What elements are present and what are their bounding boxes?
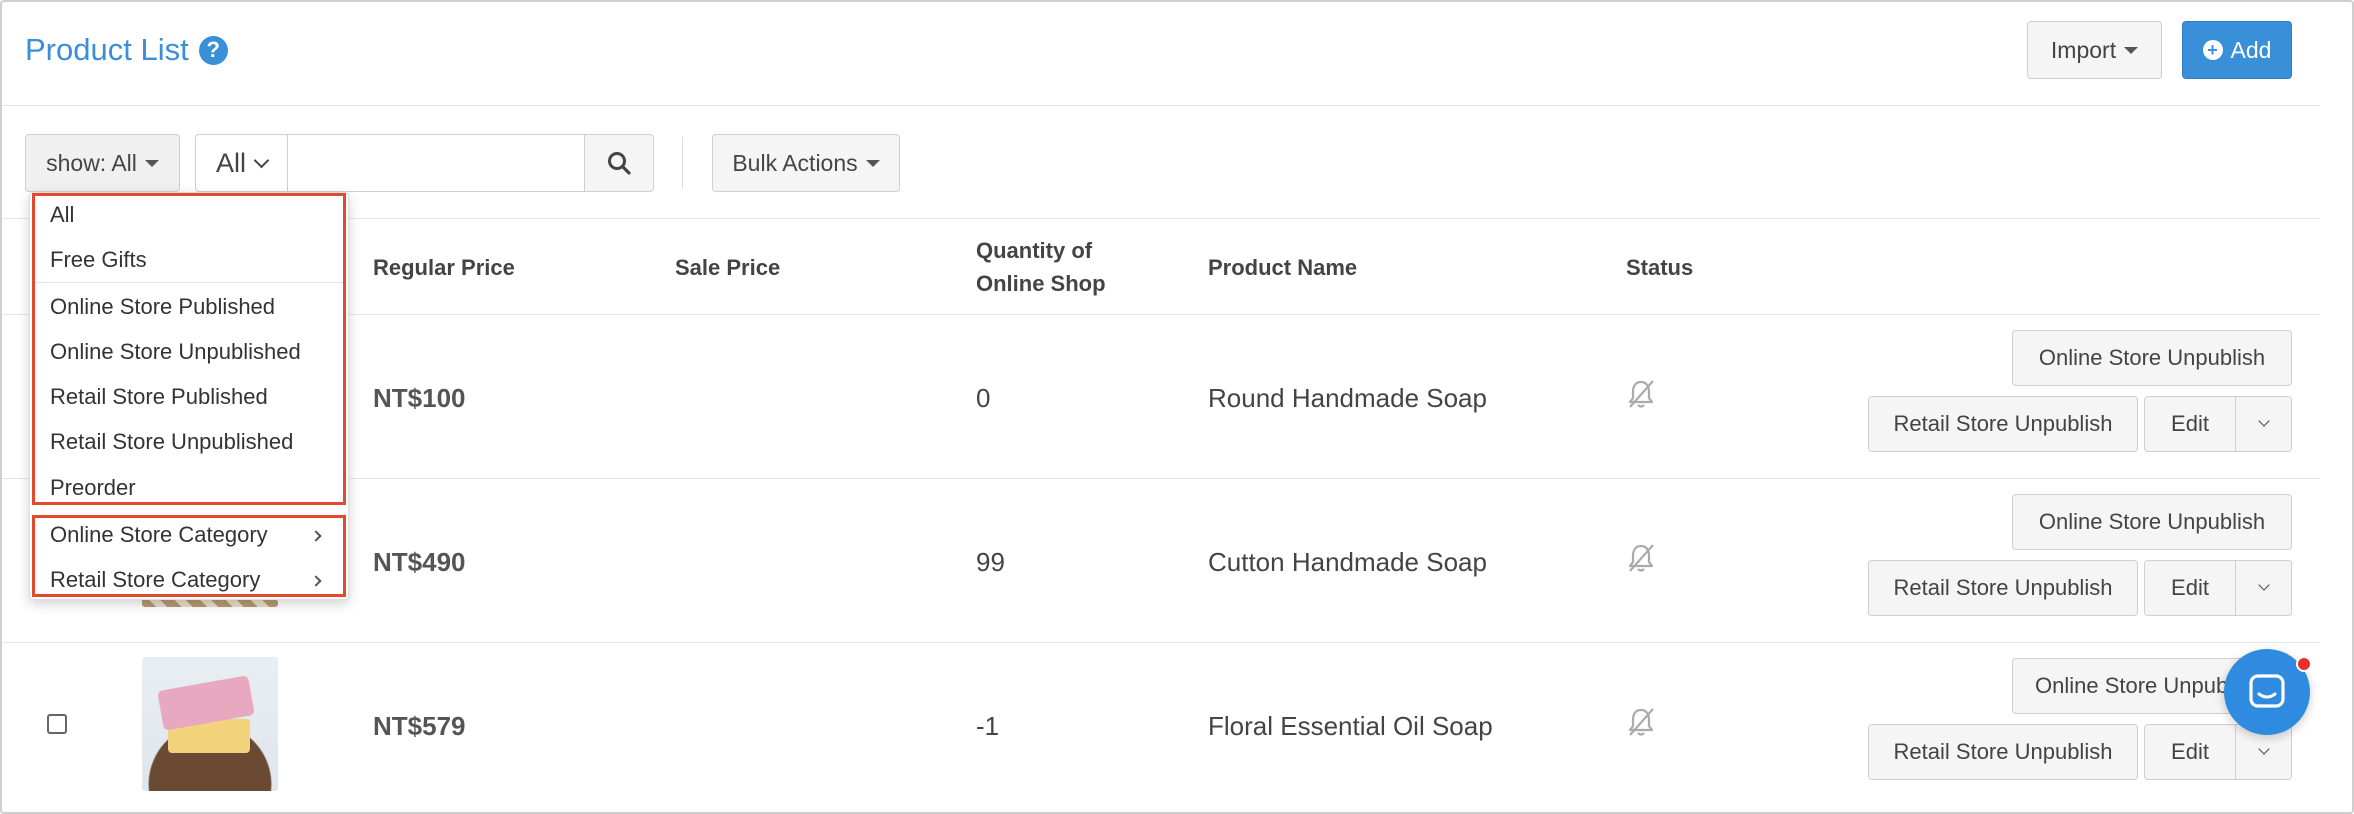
edit-button[interactable]: Edit (2144, 396, 2236, 452)
search-scope-select[interactable]: All (195, 134, 287, 192)
add-button-label: Add (2230, 36, 2272, 63)
page-title: Product List ? (25, 32, 228, 68)
chevron-down-icon (2257, 743, 2270, 755)
page-title-text: Product List (25, 32, 189, 67)
chat-bubble-icon (2249, 674, 2285, 708)
search-button[interactable] (585, 134, 654, 192)
filter-toolbar: show: All All Bulk Actions (2, 107, 2320, 219)
bell-slash-icon (1628, 708, 1654, 736)
chevron-down-icon (2257, 579, 2270, 591)
table-header (2, 219, 2320, 315)
highlight-box-status-filters (32, 193, 346, 505)
header-quantity-line1: Quantity of (976, 238, 1093, 263)
online-store-unpublish-button[interactable]: Online Store Unpublish (2012, 330, 2292, 386)
retail-store-unpublish-button[interactable]: Retail Store Unpublish (1868, 560, 2138, 616)
bulk-actions-button[interactable]: Bulk Actions (712, 134, 900, 192)
show-filter-label: show: All (46, 149, 137, 176)
import-button[interactable]: Import (2027, 21, 2162, 79)
header-product-name: Product Name (1208, 255, 1358, 280)
regular-price: NT$579 (373, 711, 466, 741)
regular-price: NT$100 (373, 383, 466, 413)
retail-store-unpublish-button[interactable]: Retail Store Unpublish (1868, 724, 2138, 780)
caret-down-icon (144, 159, 159, 167)
search-input[interactable] (287, 134, 585, 192)
chevron-down-icon (2257, 415, 2270, 427)
product-name[interactable]: Cutton Handmade Soap (1208, 547, 1487, 578)
plus-circle-icon: + (2202, 40, 2223, 60)
product-thumbnail[interactable] (142, 657, 278, 791)
bell-slash-icon (1628, 380, 1654, 408)
header-regular-price: Regular Price (373, 255, 515, 280)
header-quantity: Quantity of Online Shop (976, 234, 1106, 300)
table-row: NT$579 -1 Floral Essential Oil Soap Onli… (2, 643, 2320, 807)
bell-slash-icon (1628, 544, 1654, 572)
add-button[interactable]: + Add (2182, 21, 2292, 79)
quantity: -1 (976, 711, 1000, 741)
table-row: NT$100 0 Round Handmade Soap Online Stor… (2, 315, 2320, 479)
row-checkbox[interactable] (47, 714, 67, 734)
product-name[interactable]: Round Handmade Soap (1208, 383, 1487, 414)
import-button-label: Import (2050, 36, 2117, 63)
edit-dropdown-toggle[interactable] (2235, 396, 2292, 452)
highlight-box-category-filters (32, 515, 346, 597)
chevron-down-icon (253, 152, 270, 168)
question-circle-icon[interactable]: ? (198, 35, 228, 65)
header-quantity-line2: Online Shop (976, 271, 1106, 296)
toolbar-divider (682, 137, 683, 189)
page-frame: Product List ? Import + Add show: All Al… (0, 0, 2354, 814)
show-filter-button[interactable]: show: All (25, 134, 180, 192)
quantity: 99 (976, 547, 1005, 577)
search-group: All (195, 134, 654, 192)
header-status: Status (1626, 255, 1694, 280)
search-scope-value: All (215, 147, 246, 178)
header-sale-price: Sale Price (675, 255, 781, 280)
caret-down-icon (2124, 46, 2139, 54)
quantity: 0 (976, 383, 991, 413)
online-store-unpublish-button[interactable]: Online Store Unpublish (2012, 494, 2292, 550)
product-name[interactable]: Floral Essential Oil Soap (1208, 711, 1493, 742)
table-row: NT$490 99 Cutton Handmade Soap Online St… (2, 479, 2320, 643)
notification-dot (2296, 656, 2312, 672)
edit-button[interactable]: Edit (2144, 724, 2236, 780)
search-icon (608, 152, 631, 175)
retail-store-unpublish-button[interactable]: Retail Store Unpublish (1868, 396, 2138, 452)
edit-dropdown-toggle[interactable] (2235, 560, 2292, 616)
page-header: Product List ? Import + Add (2, 2, 2320, 106)
edit-button[interactable]: Edit (2144, 560, 2236, 616)
bulk-actions-label: Bulk Actions (732, 149, 858, 176)
regular-price: NT$490 (373, 547, 466, 577)
caret-down-icon (865, 159, 880, 167)
